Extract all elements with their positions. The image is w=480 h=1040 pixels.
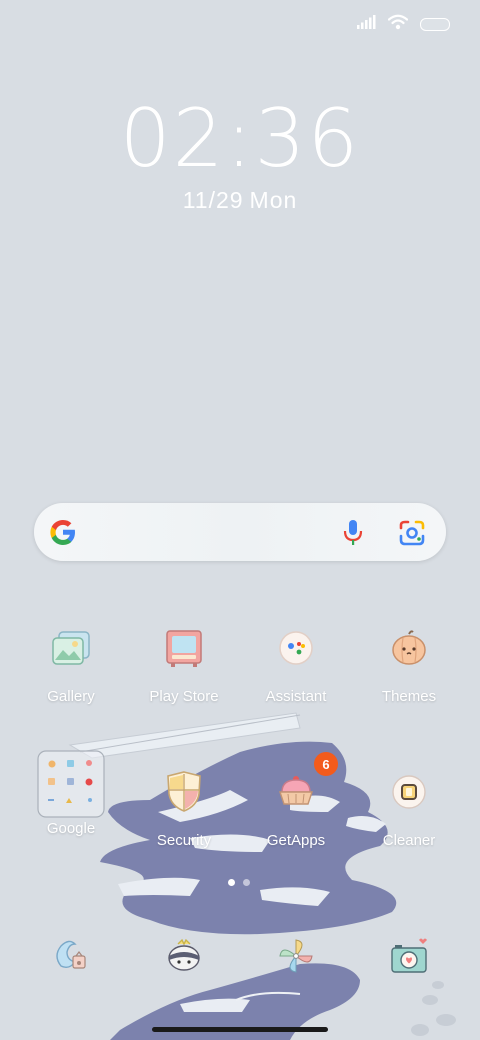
folder-icon	[36, 750, 106, 818]
app-label: GetApps	[266, 832, 326, 849]
page-dot	[243, 879, 250, 886]
play-store-icon	[158, 622, 210, 674]
dock-browser[interactable]	[45, 930, 97, 982]
clock-time[interactable]: 02:36	[0, 92, 480, 185]
app-themes[interactable]: Themes	[353, 622, 465, 705]
themes-icon	[383, 622, 435, 674]
messages-icon	[168, 938, 200, 971]
app-label: Security	[156, 832, 212, 849]
app-label: Assistant	[265, 688, 327, 705]
app-folder-google[interactable]: Google	[15, 750, 127, 837]
app-assistant[interactable]: Assistant	[240, 622, 352, 705]
app-label: Themes	[381, 688, 437, 705]
google-logo-icon	[48, 517, 78, 552]
gallery-icon	[45, 622, 97, 674]
getapps-icon: 6	[270, 752, 338, 818]
weekday-text: Mon	[249, 187, 298, 213]
page-indicator[interactable]	[228, 879, 250, 886]
app-cleaner[interactable]: Cleaner	[353, 766, 465, 849]
app-label: Cleaner	[382, 832, 436, 849]
dock-messages[interactable]	[158, 930, 210, 982]
app-getapps[interactable]: 6 GetApps	[240, 752, 352, 849]
app-play-store[interactable]: Play Store	[128, 622, 240, 705]
dock-pinwheel[interactable]	[270, 930, 322, 982]
pinwheel-icon	[279, 939, 313, 973]
page-dot-active	[228, 879, 235, 886]
security-icon	[158, 766, 210, 818]
google-lens-icon[interactable]	[398, 520, 426, 551]
signal-icon	[356, 15, 376, 34]
app-label: Gallery	[47, 688, 95, 705]
google-search-bar[interactable]	[34, 503, 446, 561]
battery-icon	[420, 18, 450, 31]
wifi-icon	[387, 14, 409, 35]
app-label: Play Store	[149, 688, 219, 705]
voice-search-icon[interactable]	[342, 519, 364, 552]
assistant-icon	[270, 622, 322, 674]
home-indicator[interactable]	[152, 1027, 328, 1032]
app-gallery[interactable]: Gallery	[15, 622, 127, 705]
status-bar	[356, 14, 450, 35]
notification-badge: 6	[314, 752, 338, 776]
date-text: 11/29	[182, 187, 244, 213]
cleaner-icon	[383, 766, 435, 818]
camera-icon	[391, 938, 427, 973]
browser-icon	[56, 940, 86, 969]
clock-date[interactable]: 11/29 Mon	[0, 187, 480, 214]
app-label: Google	[46, 820, 96, 837]
dock-camera[interactable]	[383, 930, 435, 982]
app-security[interactable]: Security	[128, 766, 240, 849]
